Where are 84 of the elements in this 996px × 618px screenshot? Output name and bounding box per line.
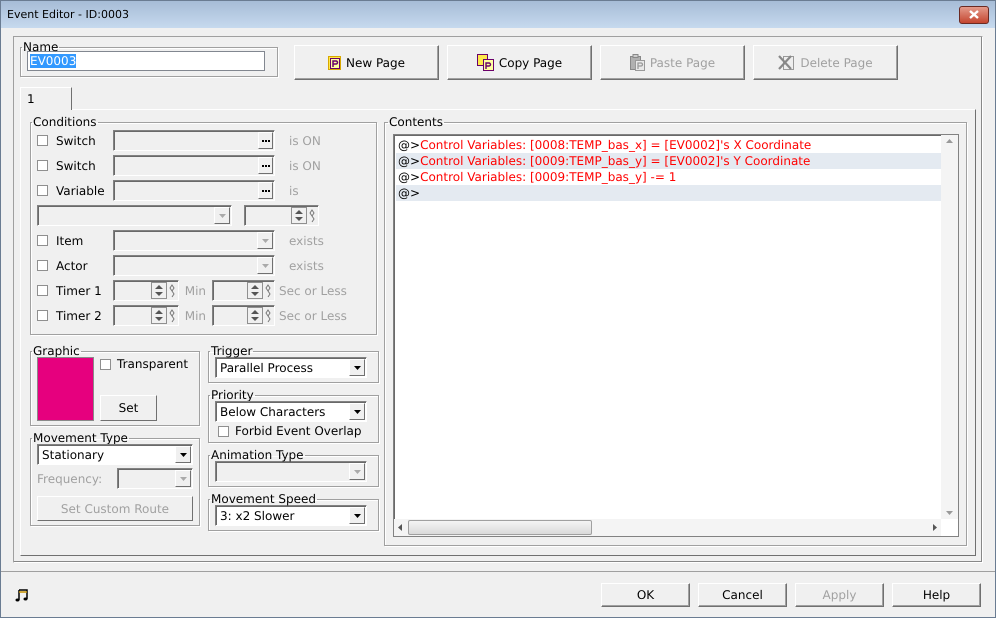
group-title: Graphic — [32, 345, 81, 357]
checkbox[interactable] — [37, 310, 48, 321]
spinner-arrows-icon[interactable] — [247, 282, 273, 299]
dialog-button[interactable]: Help — [892, 583, 981, 607]
unit-label: Min — [184, 284, 208, 298]
page-button[interactable]: New Page — [294, 45, 439, 80]
picker-field[interactable] — [113, 180, 275, 201]
dropdown[interactable] — [113, 255, 275, 276]
scroll-down-icon[interactable] — [946, 511, 953, 515]
page-tab[interactable]: 1 — [20, 87, 72, 110]
dropdown[interactable] — [37, 205, 232, 226]
group-title: Movement Type — [32, 432, 129, 444]
checkbox[interactable] — [37, 160, 48, 171]
group-title: Name — [22, 41, 60, 53]
scroll-up-icon[interactable] — [946, 139, 953, 143]
checkbox-label: Transparent — [117, 357, 188, 371]
browse-icon[interactable] — [258, 182, 273, 199]
minutes-field[interactable] — [113, 280, 179, 301]
page-button[interactable]: Copy Page — [447, 45, 592, 80]
picker-field[interactable] — [113, 130, 275, 151]
spinner-arrows-icon[interactable] — [291, 207, 317, 224]
minutes-field[interactable] — [113, 305, 179, 326]
delete-page-icon — [778, 55, 796, 70]
condition-label: Timer 2 — [56, 308, 103, 322]
close-icon — [968, 10, 980, 19]
condition-suffix: exists — [288, 234, 325, 248]
condition-suffix: is ON — [288, 134, 322, 148]
checkbox[interactable] — [37, 285, 48, 296]
group-title: Trigger — [210, 345, 254, 357]
condition-suffix: Sec or Less — [278, 308, 348, 322]
priority-dropdown[interactable]: Below Characters — [215, 401, 367, 422]
checkbox-label: Forbid Event Overlap — [235, 424, 362, 438]
page-icon — [328, 56, 341, 70]
condition-label: Switch — [56, 134, 97, 148]
condition-label: Switch — [56, 158, 97, 172]
condition-label: Variable — [56, 184, 106, 198]
seconds-field[interactable] — [212, 280, 275, 301]
checkbox[interactable] — [37, 185, 48, 196]
music-note-icon — [15, 588, 29, 602]
checkbox[interactable] — [100, 358, 111, 370]
group-title: Contents — [388, 116, 444, 128]
condition-suffix: is ON — [288, 158, 322, 172]
clipboard-icon — [630, 54, 645, 71]
unit-label: Min — [184, 308, 208, 322]
command-line[interactable]: @>Control Variables: [0009:TEMP_bas_y] -= 1 — [396, 169, 941, 185]
scroll-left-icon[interactable] — [398, 524, 402, 531]
condition-suffix: is — [288, 184, 300, 198]
checkbox[interactable] — [37, 135, 48, 146]
number-field[interactable] — [244, 205, 319, 226]
set-button[interactable]: Set — [100, 395, 157, 421]
condition-label: Item — [56, 234, 84, 248]
checkbox[interactable] — [37, 235, 48, 246]
command-list[interactable]: @>Control Variables: [0008:TEMP_bas_x] = [EV0002]'s X Coordinate @>Control Variables: [0009:TEMP_bas_y] = [EV0002]'s Y Coordinate @>Control Variables: [0009:TEMP_bas_y] -= 1 @> — [393, 134, 959, 537]
browse-icon[interactable] — [258, 132, 273, 149]
group-title: Conditions — [32, 116, 98, 128]
spinner-arrows-icon[interactable] — [150, 307, 177, 324]
close-button[interactable] — [959, 6, 989, 24]
checkbox[interactable] — [218, 426, 229, 436]
speed-dropdown[interactable]: 3: x2 Slower — [215, 505, 367, 526]
copy-pages-icon — [476, 54, 494, 71]
vertical-scrollbar[interactable] — [941, 135, 958, 519]
checkbox[interactable] — [37, 260, 48, 271]
dialog-button[interactable]: Cancel — [698, 583, 787, 607]
group-title: Animation Type — [210, 449, 305, 461]
browse-icon[interactable] — [258, 157, 273, 174]
picker-field[interactable] — [113, 155, 275, 176]
seconds-field[interactable] — [212, 305, 275, 326]
group-title: Priority — [210, 389, 255, 401]
horizontal-scrollbar[interactable] — [394, 519, 941, 536]
frequency-label: Frequency: — [37, 472, 102, 486]
condition-suffix: exists — [288, 258, 325, 272]
spinner-arrows-icon[interactable] — [247, 307, 273, 324]
condition-label: Actor — [56, 258, 89, 272]
window-title: Event Editor - ID:0003 — [7, 8, 130, 21]
scroll-right-icon[interactable] — [933, 524, 937, 531]
frequency-dropdown[interactable] — [117, 468, 193, 489]
spinner-arrows-icon[interactable] — [150, 282, 177, 299]
condition-suffix: Sec or Less — [278, 284, 348, 298]
trigger-dropdown[interactable]: Parallel Process — [215, 357, 367, 378]
dialog-button[interactable]: OK — [601, 583, 690, 607]
dropdown[interactable] — [113, 230, 275, 251]
command-line[interactable]: @>Control Variables: [0008:TEMP_bas_x] = [EV0002]'s X Coordinate — [396, 137, 941, 153]
condition-label: Timer 1 — [56, 284, 103, 298]
group-title: Movement Speed — [210, 493, 317, 505]
